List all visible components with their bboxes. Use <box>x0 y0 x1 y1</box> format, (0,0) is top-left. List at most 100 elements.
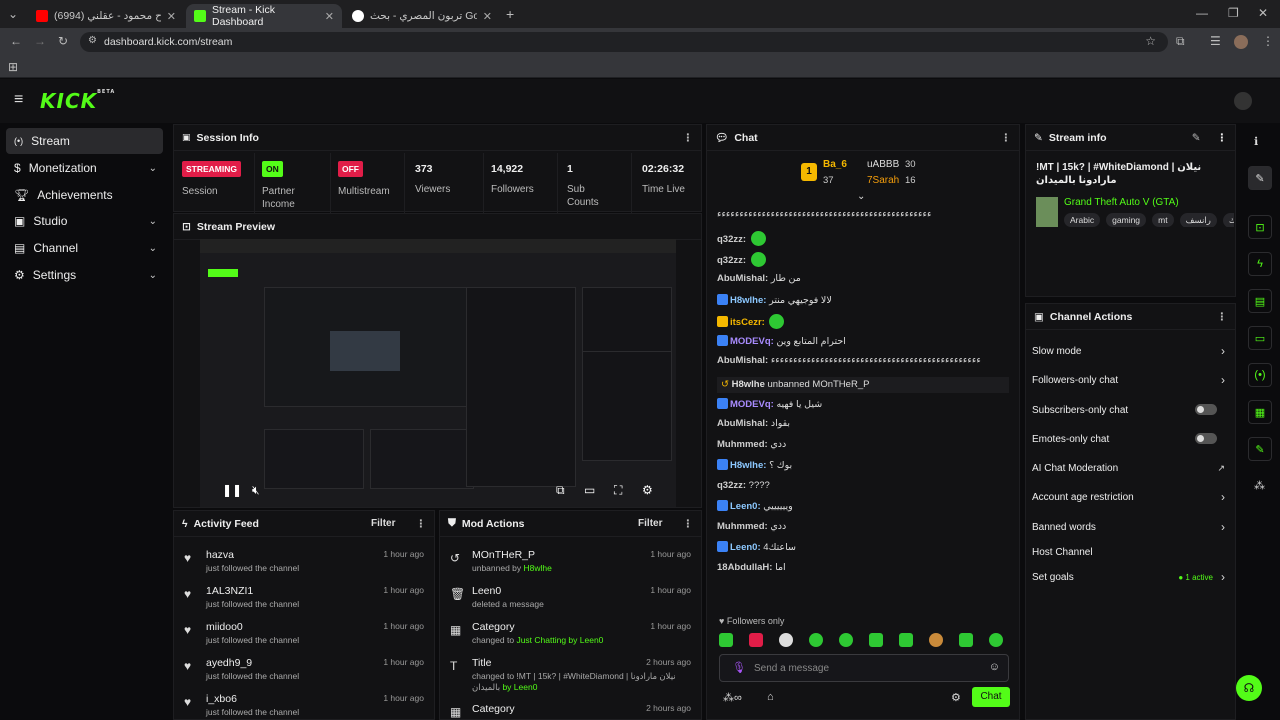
browser-tab-kick[interactable]: Stream - Kick Dashboard ✕ <box>186 4 342 28</box>
activity-user[interactable]: miidoo0 <box>206 621 243 633</box>
subscribers-only-toggle[interactable] <box>1195 404 1217 415</box>
bookmark-star-icon[interactable]: ☆ <box>1145 34 1156 48</box>
chat-username[interactable]: Leen0: <box>730 501 761 512</box>
emote-icon[interactable] <box>839 633 853 647</box>
more-options-icon[interactable]: ⋮ <box>683 132 694 144</box>
chat-username[interactable]: MODEVq: <box>730 399 774 410</box>
rail-lightning-button[interactable]: ϟ <box>1248 252 1272 276</box>
reload-icon[interactable]: ↻ <box>58 34 68 48</box>
sidebar-item-settings[interactable]: ⚙ Settings ⌄ <box>6 262 163 288</box>
rail-tools-button[interactable]: ✎ <box>1248 437 1272 461</box>
extensions-icon[interactable]: ⧉ <box>1176 34 1185 49</box>
emote-icon[interactable] <box>989 633 1003 647</box>
action-set-goals[interactable]: Set goals ● 1 active › <box>1032 566 1227 588</box>
chat-username[interactable]: H8wlhe: <box>730 460 766 471</box>
browser-menu-icon[interactable]: ⋮ <box>1262 34 1274 48</box>
pip-icon[interactable]: ⧉ <box>556 483 565 498</box>
game-category[interactable]: Grand Theft Auto V (GTA) <box>1064 197 1179 208</box>
emote-icon[interactable] <box>779 633 793 647</box>
chat-system-message[interactable]: ↺ H8wlhe unbanned MOnTHeR_P <box>717 377 1009 393</box>
filter-button[interactable]: Filter <box>371 518 395 529</box>
new-tab-icon[interactable]: + <box>506 6 514 22</box>
tag[interactable]: mt <box>1152 213 1174 227</box>
emote-icon[interactable] <box>749 633 763 647</box>
close-icon[interactable]: ✕ <box>167 10 176 23</box>
forward-icon[interactable]: → <box>34 34 46 48</box>
mod-target[interactable]: Leen0 <box>472 585 501 597</box>
back-icon[interactable]: ← <box>10 34 22 48</box>
close-icon[interactable]: ✕ <box>483 10 492 23</box>
emote-icon[interactable] <box>809 633 823 647</box>
rail-broadcast-button[interactable]: (•) <box>1248 363 1272 387</box>
chat-message[interactable]: AbuMishal: بقواد <box>717 418 1009 430</box>
emote-icon[interactable] <box>869 633 883 647</box>
emote-icon[interactable] <box>929 633 943 647</box>
rail-notes-button[interactable]: ▤ <box>1248 289 1272 313</box>
chat-message[interactable]: Muhmmed: ددي <box>717 439 1009 451</box>
chat-message[interactable]: 18AbdullaH: اما <box>717 562 1009 574</box>
chat-username[interactable]: H8wlhe <box>732 379 765 390</box>
action-host-channel[interactable]: Host Channel <box>1032 541 1227 563</box>
restore-icon[interactable]: ❐ <box>1228 6 1239 20</box>
more-apps-icon[interactable]: ⁂ <box>1254 479 1265 492</box>
chat-send-button[interactable]: Chat <box>972 687 1010 707</box>
browser-tab-google[interactable]: تربون المصري - بحث Google ✕ <box>344 4 500 28</box>
edit-icon[interactable]: ✎ <box>1192 132 1201 144</box>
more-options-icon[interactable]: ⋮ <box>1217 132 1228 144</box>
chevron-down-icon[interactable]: ⌄ <box>857 191 865 202</box>
chat-username[interactable]: MODEVq: <box>730 336 774 347</box>
browser-tab-youtube[interactable]: (6994) صباح محمود - عقلني ✕ <box>28 4 184 28</box>
minimize-icon[interactable]: — <box>1196 6 1208 20</box>
activity-user[interactable]: i_xbo6 <box>206 693 237 705</box>
profile-avatar[interactable] <box>1234 35 1248 49</box>
action-ai-moderation[interactable]: AI Chat Moderation ↗ <box>1032 457 1227 479</box>
sidebar-item-stream[interactable]: (•) Stream <box>6 128 163 154</box>
pause-icon[interactable]: ❚❚ <box>222 483 242 497</box>
microphone-icon[interactable]: 🎙︎ <box>732 661 746 674</box>
chat-username[interactable]: AbuMishal: <box>717 355 768 366</box>
chat-message[interactable]: q32zz: <box>717 252 1009 267</box>
chat-input[interactable]: 🎙︎ Send a message ☺ <box>719 654 1009 682</box>
chat-username[interactable]: q32zz: <box>717 255 746 266</box>
chat-message[interactable]: q32zz: <box>717 231 1009 246</box>
rail-store-button[interactable]: ▦ <box>1248 400 1272 424</box>
action-emotes-only[interactable]: Emotes-only chat <box>1032 428 1227 450</box>
tag[interactable]: نك <box>1222 213 1234 227</box>
url-field[interactable]: ⚙ dashboard.kick.com/stream ☆ <box>80 32 1168 52</box>
chat-username[interactable]: itsCezr: <box>730 317 765 328</box>
action-followers-only[interactable]: Followers-only chat › <box>1032 369 1227 391</box>
rail-edit-button[interactable]: ✎ <box>1248 166 1272 190</box>
chat-message[interactable]: AbuMishal: ﺀﺀﺀﺀﺀﺀﺀﺀﺀﺀﺀﺀﺀﺀﺀﺀﺀﺀﺀﺀﺀﺀﺀﺀﺀﺀﺀﺀﺀ… <box>717 355 1009 367</box>
chat-message[interactable]: Leen0: ساعتك4 <box>717 541 1009 554</box>
chat-username[interactable]: 18AbdullaH: <box>717 562 772 573</box>
store-icon[interactable]: ⌂ <box>767 691 774 703</box>
sidebar-item-monetization[interactable]: $ Monetization ⌄ <box>6 155 163 181</box>
emoji-picker-icon[interactable]: ☺ <box>989 661 1000 673</box>
sidebar-item-achievements[interactable]: 🏆︎ Achievements <box>6 182 163 208</box>
chat-username[interactable]: AbuMishal: <box>717 418 768 429</box>
more-options-icon[interactable]: ⋮ <box>683 518 694 530</box>
emote-icon[interactable] <box>959 633 973 647</box>
chat-username[interactable]: H8wlhe: <box>730 295 766 306</box>
support-headset-icon[interactable]: ☊ <box>1236 675 1262 701</box>
chat-message[interactable]: itsCezr: <box>717 314 1009 329</box>
action-subscribers-only[interactable]: Subscribers-only chat <box>1032 399 1227 421</box>
chat-message[interactable]: Leen0: وييييييي <box>717 500 1009 513</box>
chat-message[interactable]: q32zz: ???? <box>717 480 1009 492</box>
infinity-icon[interactable]: ⁂∞ <box>723 691 742 704</box>
reading-list-icon[interactable]: ☰ <box>1210 34 1221 48</box>
chat-settings-icon[interactable]: ⚙ <box>951 691 961 704</box>
leader-name[interactable]: 7Sarah <box>867 175 899 186</box>
filter-button[interactable]: Filter <box>638 518 662 529</box>
chat-message[interactable]: AbuMishal: من طار <box>717 273 1009 285</box>
leader-name[interactable]: uABBB <box>867 159 899 170</box>
chat-message[interactable]: H8wlhe: لالا فوجيهي منتر <box>717 293 1009 307</box>
tag[interactable]: gaming <box>1106 213 1147 227</box>
theater-icon[interactable]: ▭ <box>584 483 595 497</box>
stream-preview-video[interactable]: ❚❚ 🔇︎ ⧉ ▭ ⛶ ⚙ <box>200 239 676 507</box>
action-account-age[interactable]: Account age restriction › <box>1032 486 1227 508</box>
sidebar-item-channel[interactable]: ▤ Channel ⌄ <box>6 235 163 261</box>
emote-icon[interactable] <box>899 633 913 647</box>
tab-search-icon[interactable]: ⌄ <box>8 7 18 21</box>
chat-username[interactable]: Muhmmed: <box>717 439 768 450</box>
